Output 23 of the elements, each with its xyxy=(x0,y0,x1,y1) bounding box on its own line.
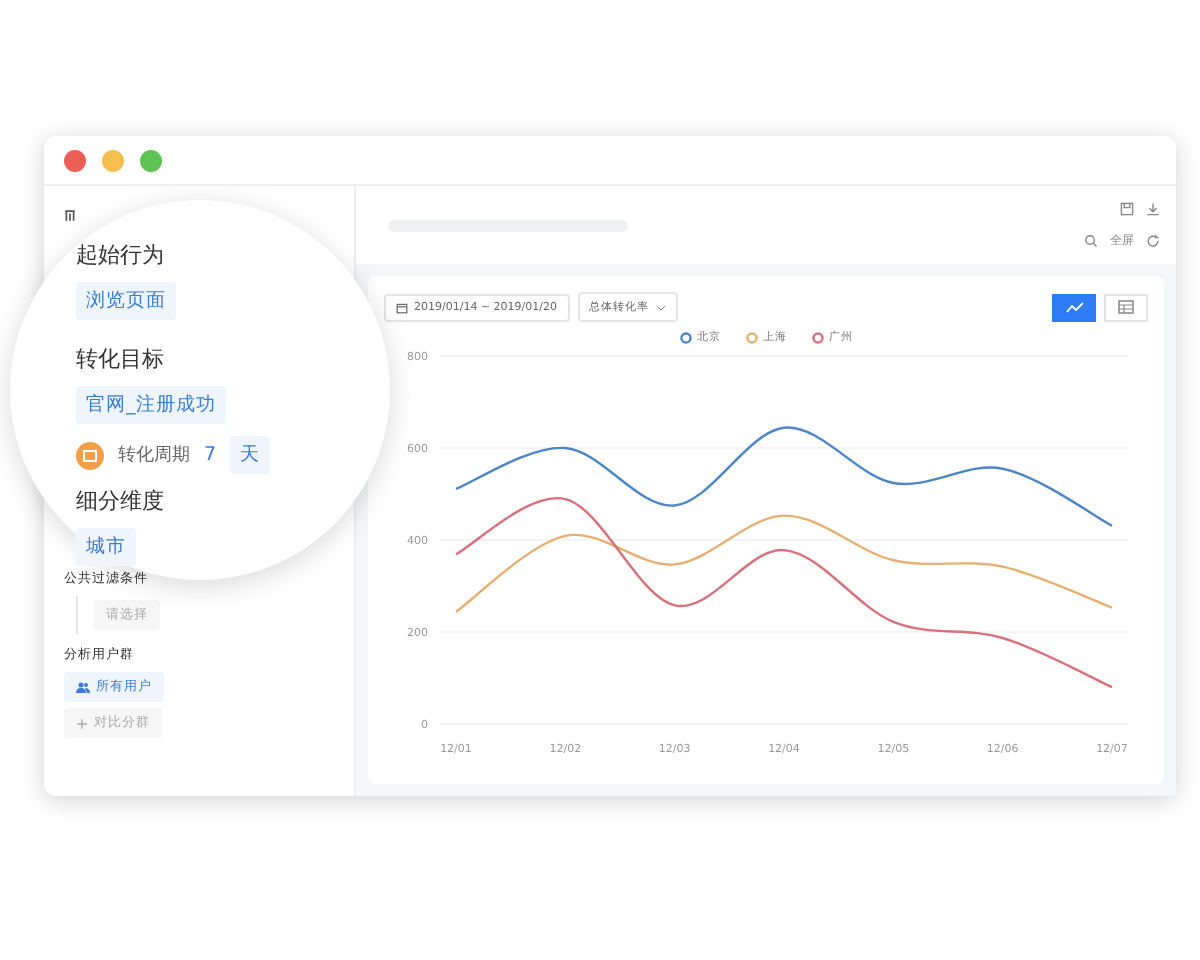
plus-icon xyxy=(76,717,88,729)
chevron-down-icon xyxy=(655,303,666,311)
goal-event-tag[interactable]: 官网_注册成功 xyxy=(76,386,226,424)
dimension-label: 细分维度 xyxy=(76,486,166,516)
calendar-icon xyxy=(396,301,408,313)
start-event-tag[interactable]: 浏览页面 xyxy=(76,282,176,320)
table-icon xyxy=(1118,300,1134,314)
line-chart-icon xyxy=(1065,301,1083,313)
view-toggle[interactable] xyxy=(1052,293,1096,321)
goal-label: 转化目标 xyxy=(76,344,166,374)
close-button[interactable] xyxy=(64,149,86,171)
refresh-icon[interactable] xyxy=(1146,233,1160,247)
users-icon xyxy=(76,681,90,693)
start-label: 起始行为 xyxy=(76,240,166,270)
maximize-button[interactable] xyxy=(140,149,162,171)
download-icon[interactable] xyxy=(1146,201,1160,215)
period-unit[interactable]: 天 xyxy=(230,436,271,474)
calendar-icon xyxy=(76,441,104,469)
dimension-tag[interactable]: 城市 xyxy=(76,528,136,566)
period-value[interactable]: 7 xyxy=(204,444,217,466)
search-icon[interactable] xyxy=(1084,233,1098,247)
period-label: 转化周期 xyxy=(118,443,190,468)
save-icon[interactable] xyxy=(1120,201,1134,215)
